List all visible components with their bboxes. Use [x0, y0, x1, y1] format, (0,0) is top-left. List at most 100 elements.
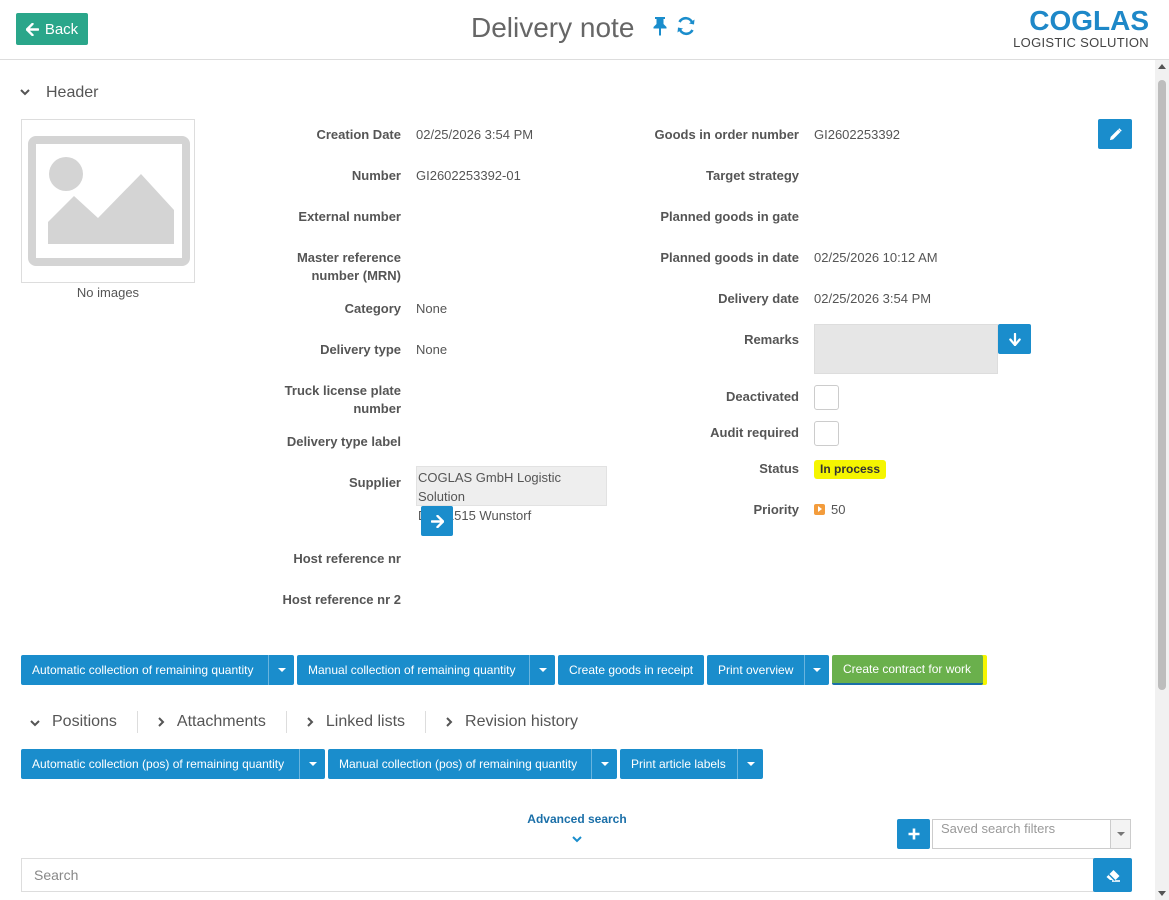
print-article-labels-label: Print article labels — [631, 757, 726, 771]
manual-collection-dropdown[interactable] — [529, 655, 555, 685]
caret-down-icon — [308, 762, 317, 766]
priority-icon — [814, 504, 825, 515]
create-contract-label: Create contract for work — [843, 662, 972, 676]
open-supplier-button[interactable] — [421, 506, 453, 536]
scroll-up-arrow-icon[interactable] — [1158, 64, 1166, 69]
manual-collection-label: Manual collection of remaining quantity — [308, 663, 516, 677]
host-reference-nr-label: Host reference nr — [293, 551, 401, 566]
planned-goods-in-gate-label: Planned goods in gate — [660, 209, 799, 224]
header-section-title: Header — [46, 84, 99, 101]
chevron-down-icon — [20, 87, 30, 99]
external-number-label: External number — [298, 209, 401, 224]
scroll-down-arrow-icon[interactable] — [1158, 891, 1166, 896]
auto-collection-pos-label: Automatic collection (pos) of remaining … — [32, 757, 285, 771]
caret-down-icon — [600, 762, 609, 766]
print-overview-button[interactable]: Print overview — [707, 655, 829, 685]
auto-collection-dropdown[interactable] — [268, 655, 294, 685]
print-article-labels-button[interactable]: Print article labels — [620, 749, 763, 779]
auto-collection-pos-dropdown[interactable] — [299, 749, 325, 779]
chevron-right-icon — [446, 715, 453, 730]
auto-collection-button[interactable]: Automatic collection of remaining quanti… — [21, 655, 294, 685]
auto-collection-label: Automatic collection of remaining quanti… — [32, 663, 254, 677]
advanced-search-chevron-icon[interactable] — [572, 834, 582, 846]
print-overview-label: Print overview — [718, 663, 794, 677]
delivery-type-label-label: Delivery type label — [286, 434, 401, 449]
number-value: GI2602253392-01 — [416, 168, 521, 183]
category-value: None — [416, 301, 448, 316]
no-images-text: No images — [76, 285, 140, 300]
delivery-date-label: Delivery date — [718, 291, 799, 306]
arrow-down-icon — [1008, 332, 1021, 346]
expand-remarks-button[interactable] — [998, 324, 1031, 354]
tab-positions[interactable]: Positions — [30, 711, 137, 733]
header-section-toggle[interactable]: Header — [20, 84, 98, 102]
deactivated-checkbox[interactable] — [814, 385, 839, 410]
planned-goods-in-date-value: 02/25/2026 10:12 AM — [814, 250, 938, 265]
arrow-left-icon — [25, 22, 39, 36]
chevron-right-icon — [158, 715, 165, 730]
image-placeholder[interactable] — [21, 119, 195, 283]
tab-revision-history-label: Revision history — [465, 713, 578, 730]
logo-sub-text: LOGISTIC SOLUTION — [1013, 35, 1149, 50]
chevron-down-icon — [30, 715, 40, 730]
manual-collection-pos-dropdown[interactable] — [591, 749, 617, 779]
print-overview-dropdown[interactable] — [804, 655, 829, 685]
planned-goods-in-date-label: Planned goods in date — [660, 250, 799, 265]
manual-collection-pos-button[interactable]: Manual collection (pos) of remaining qua… — [328, 749, 617, 779]
tab-revision-history[interactable]: Revision history — [425, 711, 598, 733]
manual-collection-pos-label: Manual collection (pos) of remaining qua… — [339, 757, 578, 771]
audit-required-checkbox[interactable] — [814, 421, 839, 446]
saved-search-filters-select[interactable]: Saved search filters — [932, 819, 1131, 849]
auto-collection-pos-button[interactable]: Automatic collection (pos) of remaining … — [21, 749, 325, 779]
caret-down-icon — [746, 762, 755, 766]
title-icons — [652, 16, 696, 41]
tab-attachments-label: Attachments — [176, 713, 266, 730]
add-search-filter-button[interactable] — [897, 819, 930, 849]
priority-label: Priority — [753, 502, 799, 517]
status-label: Status — [759, 461, 799, 476]
top-bar: Back Delivery note COGLAS LOGISTIC SOLUT… — [0, 0, 1169, 60]
tab-positions-label: Positions — [52, 713, 117, 730]
caret-down-icon — [277, 668, 286, 672]
saved-search-filters-placeholder: Saved search filters — [941, 821, 1056, 836]
arrow-right-icon — [430, 514, 444, 528]
position-action-row: Automatic collection (pos) of remaining … — [21, 749, 763, 779]
goods-in-order-number-label: Goods in order number — [654, 127, 799, 142]
search-input[interactable] — [21, 858, 1094, 892]
priority-number: 50 — [831, 502, 846, 517]
host-reference-nr-2-label: Host reference nr 2 — [282, 592, 402, 607]
delivery-type-value: None — [416, 342, 448, 357]
clear-search-button[interactable] — [1093, 858, 1132, 892]
page-scrollbar[interactable] — [1155, 60, 1169, 900]
image-placeholder-icon — [28, 136, 190, 266]
mrn-label: Master reference number (MRN) — [296, 250, 401, 283]
advanced-search-link[interactable]: Advanced search — [520, 812, 634, 826]
caret-down-icon — [538, 668, 547, 672]
create-goods-in-receipt-button[interactable]: Create goods in receipt — [558, 655, 704, 685]
tab-linked-lists[interactable]: Linked lists — [285, 711, 425, 733]
saved-filters-dropdown-toggle[interactable] — [1110, 820, 1130, 848]
back-button[interactable]: Back — [16, 13, 88, 45]
refresh-icon[interactable] — [676, 16, 696, 41]
scroll-thumb[interactable] — [1158, 80, 1166, 690]
remarks-label: Remarks — [744, 332, 799, 347]
category-label: Category — [344, 301, 401, 316]
goods-in-order-number-value: GI2602253392 — [814, 127, 901, 142]
delivery-date-value: 02/25/2026 3:54 PM — [814, 291, 932, 306]
tab-attachments[interactable]: Attachments — [136, 711, 286, 733]
edit-button[interactable] — [1098, 119, 1132, 149]
truck-license-plate-label: Truck license plate number — [284, 383, 401, 416]
eraser-icon — [1106, 870, 1120, 882]
print-article-labels-dropdown[interactable] — [737, 749, 763, 779]
coglas-logo: COGLAS LOGISTIC SOLUTION — [1013, 6, 1149, 50]
create-contract-for-work-button[interactable]: Create contract for work — [832, 655, 983, 685]
remarks-field[interactable] — [814, 324, 998, 374]
priority-value: 50 — [814, 502, 845, 517]
manual-collection-button[interactable]: Manual collection of remaining quantity — [297, 655, 555, 685]
chevron-right-icon — [307, 715, 314, 730]
audit-required-label: Audit required — [710, 425, 799, 440]
create-goods-in-receipt-label: Create goods in receipt — [569, 663, 694, 677]
pin-icon[interactable] — [652, 16, 668, 41]
page-title: Delivery note — [471, 12, 635, 43]
delivery-type-label: Delivery type — [320, 342, 401, 357]
